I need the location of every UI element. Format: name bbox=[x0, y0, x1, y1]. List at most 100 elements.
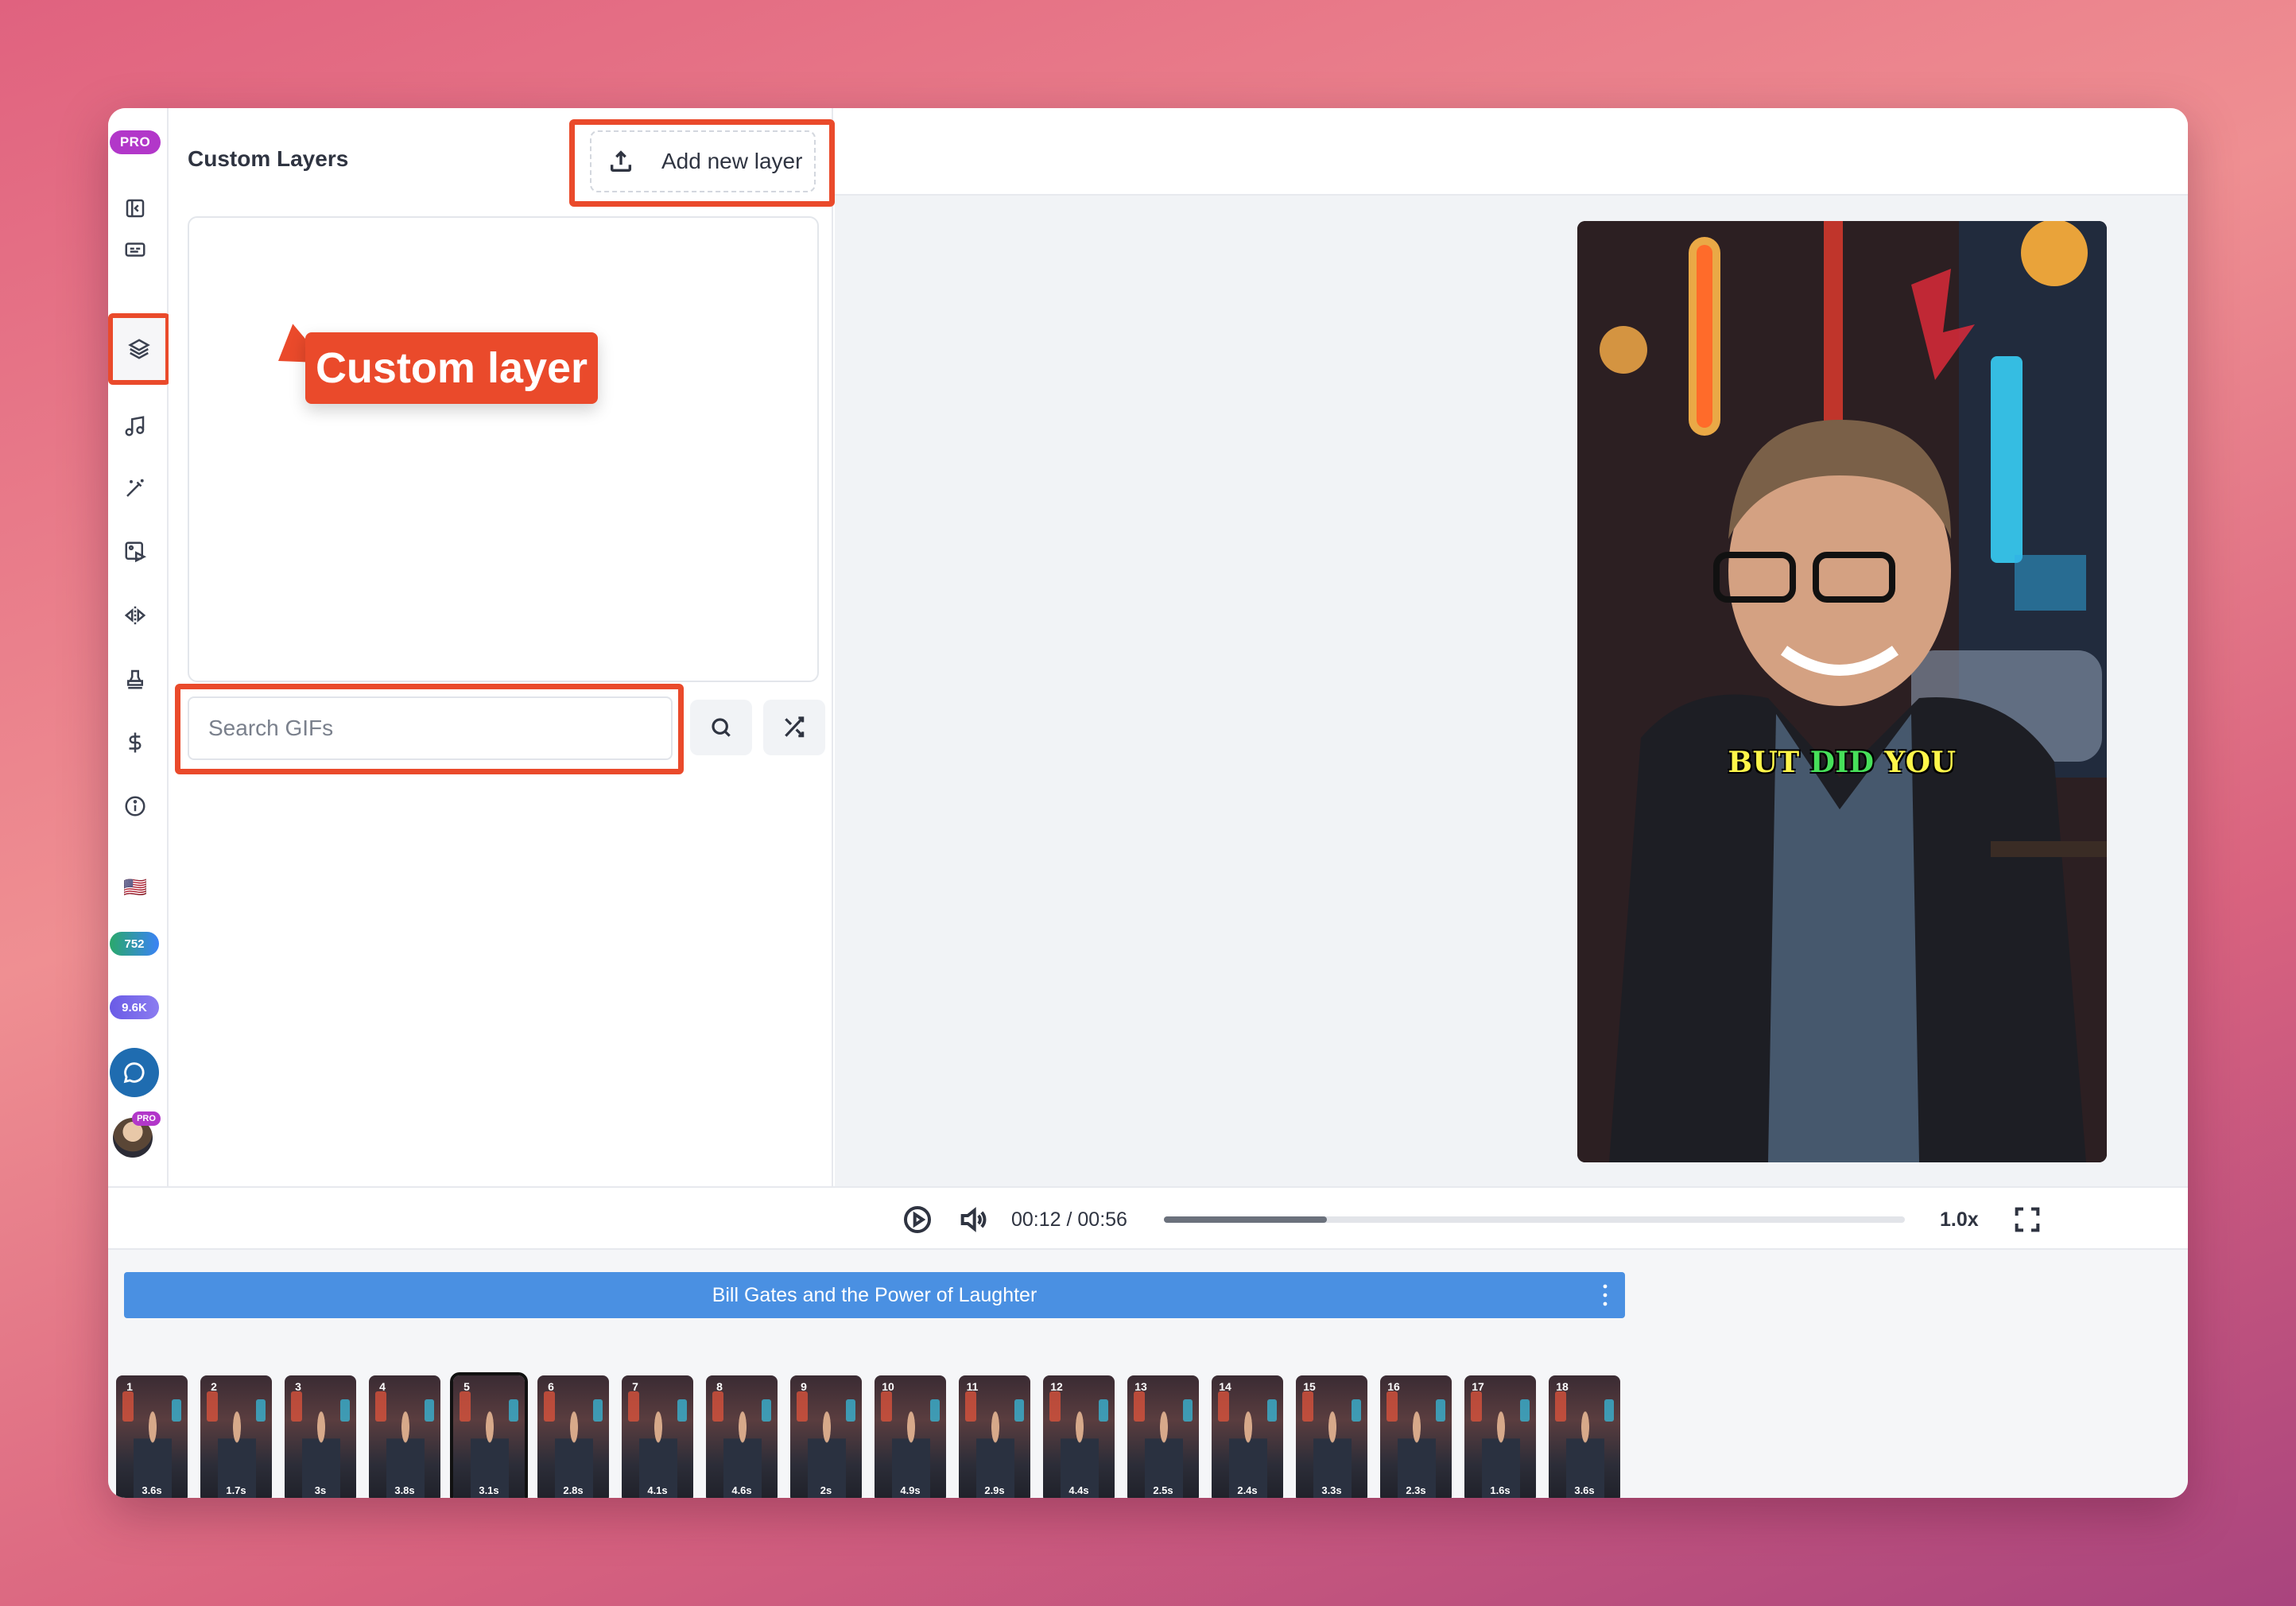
clip-duration: 3.8s bbox=[394, 1484, 415, 1496]
caption-word-1: BUT bbox=[1728, 746, 1800, 779]
playback-speed[interactable]: 1.0x bbox=[1940, 1208, 1979, 1232]
playback-controls: 00:12 / 00:56 1.0x bbox=[108, 1186, 2188, 1250]
progress-bar[interactable] bbox=[1164, 1216, 1905, 1223]
clip-number: 11 bbox=[966, 1380, 979, 1393]
video-preview[interactable]: BUT DID YOU bbox=[1577, 221, 2107, 1162]
clip-thumbnail[interactable]: 18 3.6s bbox=[1549, 1375, 1620, 1498]
layers-icon[interactable] bbox=[108, 313, 170, 385]
clip-number: 16 bbox=[1387, 1380, 1400, 1393]
timeline-title: Bill Gates and the Power of Laughter bbox=[712, 1283, 1037, 1306]
clip-duration: 2.8s bbox=[563, 1484, 584, 1496]
play-icon[interactable] bbox=[900, 1202, 935, 1237]
clip-thumbnail[interactable]: 10 4.9s bbox=[875, 1375, 946, 1498]
clip-thumbnail[interactable]: 9 2s bbox=[790, 1375, 862, 1498]
clip-duration: 1.7s bbox=[226, 1484, 246, 1496]
info-icon[interactable] bbox=[119, 790, 151, 822]
clip-thumbnail[interactable]: 12 4.4s bbox=[1043, 1375, 1115, 1498]
add-new-layer-button[interactable]: Add new layer bbox=[590, 130, 816, 192]
upload-icon bbox=[610, 150, 632, 173]
left-rail: PRO 🇺🇸 752 9.6K PRO bbox=[108, 108, 170, 1186]
flip-icon[interactable] bbox=[119, 599, 151, 631]
clip-duration: 4.1s bbox=[647, 1484, 668, 1496]
clip-duration: 3.6s bbox=[1574, 1484, 1595, 1496]
add-new-layer-label: Add new layer bbox=[661, 149, 803, 173]
clip-duration: 3.6s bbox=[142, 1484, 162, 1496]
more-options-icon[interactable] bbox=[1603, 1283, 1608, 1307]
clip-number: 12 bbox=[1050, 1380, 1063, 1393]
clip-thumbnail[interactable]: 13 2.5s bbox=[1127, 1375, 1199, 1498]
credits-badge-secondary[interactable]: 9.6K bbox=[110, 995, 159, 1019]
custom-layer-callout: Custom layer bbox=[305, 332, 598, 404]
clip-duration: 4.4s bbox=[1068, 1484, 1089, 1496]
volume-icon[interactable] bbox=[956, 1202, 991, 1237]
caption-word-3: YOU bbox=[1884, 746, 1957, 779]
search-icon bbox=[712, 718, 731, 737]
clip-thumbnail[interactable]: 3 3s bbox=[285, 1375, 356, 1498]
clip-number: 2 bbox=[211, 1380, 217, 1393]
clip-thumbnail[interactable]: 8 4.6s bbox=[706, 1375, 778, 1498]
clip-thumbnail[interactable]: 16 2.3s bbox=[1380, 1375, 1452, 1498]
pro-badge[interactable]: PRO bbox=[110, 130, 161, 154]
layers-list bbox=[188, 216, 819, 682]
magic-wand-icon[interactable] bbox=[119, 472, 151, 504]
panel-title: Custom Layers bbox=[188, 146, 349, 171]
fullscreen-icon[interactable] bbox=[2010, 1202, 2045, 1237]
clip-duration: 3.1s bbox=[479, 1484, 499, 1496]
clip-duration: 2.4s bbox=[1237, 1484, 1258, 1496]
clip-thumbnail[interactable]: 4 3.8s bbox=[369, 1375, 440, 1498]
chat-button[interactable] bbox=[110, 1048, 159, 1097]
clip-number: 9 bbox=[801, 1380, 807, 1393]
clip-number: 4 bbox=[379, 1380, 386, 1393]
credits-badge[interactable]: 752 bbox=[110, 932, 159, 956]
shuffle-button[interactable] bbox=[763, 700, 825, 755]
clip-duration: 3.3s bbox=[1321, 1484, 1342, 1496]
search-button[interactable] bbox=[690, 700, 752, 755]
image-play-icon[interactable] bbox=[119, 536, 151, 568]
clip-number: 5 bbox=[463, 1380, 470, 1393]
caption-word-2: DID bbox=[1809, 746, 1875, 779]
clip-thumbnail[interactable]: 7 4.1s bbox=[622, 1375, 693, 1498]
video-frame-image bbox=[1577, 221, 2107, 1162]
chat-bubble-icon bbox=[123, 1062, 145, 1084]
dollar-icon[interactable] bbox=[119, 727, 151, 758]
progress-fill bbox=[1164, 1216, 1328, 1223]
language-flag-icon[interactable]: 🇺🇸 bbox=[119, 876, 151, 900]
subtitles-icon[interactable] bbox=[119, 234, 151, 266]
clip-number: 8 bbox=[716, 1380, 723, 1393]
sidebar-toggle-icon[interactable] bbox=[119, 192, 151, 224]
clip-duration: 4.6s bbox=[731, 1484, 752, 1496]
clip-thumbnail[interactable]: 17 1.6s bbox=[1464, 1375, 1536, 1498]
music-note-icon[interactable] bbox=[119, 410, 151, 442]
timeline-title-bar[interactable]: Bill Gates and the Power of Laughter bbox=[124, 1272, 1625, 1318]
clip-thumbnail[interactable]: 6 2.8s bbox=[537, 1375, 609, 1498]
clip-duration: 2s bbox=[820, 1484, 832, 1496]
clip-number: 14 bbox=[1219, 1380, 1231, 1393]
clip-duration: 1.6s bbox=[1490, 1484, 1511, 1496]
time-display: 00:12 / 00:56 bbox=[1011, 1208, 1127, 1231]
clip-thumbnail[interactable]: 5 3.1s bbox=[450, 1372, 528, 1498]
clip-duration: 2.3s bbox=[1406, 1484, 1426, 1496]
clip-duration: 2.5s bbox=[1153, 1484, 1173, 1496]
clip-number: 3 bbox=[295, 1380, 301, 1393]
clip-duration: 2.9s bbox=[984, 1484, 1005, 1496]
editor-window: PRO 🇺🇸 752 9.6K PRO Custom Layers Add ne… bbox=[108, 108, 2188, 1498]
clip-thumbnail[interactable]: 1 3.6s bbox=[116, 1375, 188, 1498]
clip-thumbnail[interactable]: 2 1.7s bbox=[200, 1375, 272, 1498]
clip-duration: 4.9s bbox=[900, 1484, 921, 1496]
clip-number: 6 bbox=[548, 1380, 554, 1393]
clip-thumbnail[interactable]: 15 3.3s bbox=[1296, 1375, 1367, 1498]
clip-thumbnail[interactable]: 14 2.4s bbox=[1212, 1375, 1283, 1498]
clip-number: 10 bbox=[882, 1380, 894, 1393]
timeline: Bill Gates and the Power of Laughter 1 3.… bbox=[108, 1250, 2188, 1498]
search-gifs-input[interactable] bbox=[188, 696, 673, 760]
clip-number: 1 bbox=[126, 1380, 133, 1393]
shuffle-icon bbox=[785, 716, 805, 738]
clip-number: 15 bbox=[1303, 1380, 1316, 1393]
stamp-icon[interactable] bbox=[119, 663, 151, 695]
preview-top-bar bbox=[835, 108, 2188, 196]
clip-number: 7 bbox=[632, 1380, 638, 1393]
clip-number: 17 bbox=[1472, 1380, 1484, 1393]
clip-thumbnail[interactable]: 11 2.9s bbox=[959, 1375, 1030, 1498]
custom-layers-panel: Custom Layers Add new layer bbox=[169, 108, 835, 1186]
clip-thumbnails: 1 3.6s 2 1.7s 3 3s 4 3.8s 5 3.1s 6 2.8s 7 4.1s 8 4.6s 9 2… bbox=[116, 1372, 1620, 1498]
